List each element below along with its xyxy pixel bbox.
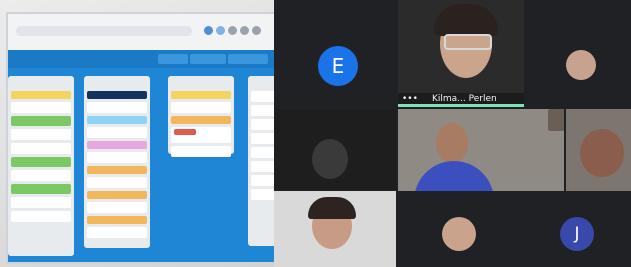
participant-face bbox=[436, 123, 468, 163]
trello-card[interactable] bbox=[87, 127, 147, 138]
participant-glasses bbox=[444, 34, 492, 50]
trello-list bbox=[8, 76, 74, 256]
browser-toolbar bbox=[8, 14, 274, 50]
avatar bbox=[566, 50, 596, 80]
board-header bbox=[8, 50, 274, 68]
photo: E ••• Kilma... Perlen J bbox=[0, 0, 631, 267]
card-label bbox=[11, 116, 71, 126]
trello-card[interactable] bbox=[87, 227, 147, 238]
trello-list bbox=[84, 76, 150, 248]
list-title bbox=[171, 79, 231, 88]
avatar bbox=[442, 217, 476, 251]
trello-card[interactable] bbox=[11, 102, 71, 113]
add-card-button[interactable] bbox=[171, 146, 231, 157]
participant-menu-icon[interactable]: ••• bbox=[402, 94, 418, 104]
trello-board-screen bbox=[8, 14, 274, 262]
trello-card[interactable] bbox=[11, 129, 71, 140]
trello-card[interactable] bbox=[251, 175, 274, 186]
trello-card[interactable] bbox=[251, 147, 274, 158]
trello-list bbox=[168, 76, 234, 157]
card-label bbox=[11, 184, 71, 194]
participant-tile-e[interactable]: E bbox=[274, 0, 396, 107]
participant-tile-j[interactable]: J bbox=[520, 193, 631, 267]
board-header-button[interactable] bbox=[190, 54, 226, 64]
card-label bbox=[171, 91, 231, 99]
participant-face bbox=[580, 129, 624, 177]
trello-card[interactable] bbox=[11, 170, 71, 181]
board-header-button[interactable] bbox=[158, 54, 188, 64]
participant-name: Kilma... Perlen bbox=[432, 94, 497, 104]
list-title bbox=[11, 79, 71, 88]
extension-icon[interactable] bbox=[252, 26, 261, 35]
participant-tile-speaker[interactable]: ••• Kilma... Perlen bbox=[398, 0, 524, 107]
card-label bbox=[174, 129, 196, 135]
trello-card[interactable] bbox=[251, 119, 274, 130]
participant-tile[interactable] bbox=[398, 193, 518, 267]
video-call-grid: E ••• Kilma... Perlen J bbox=[274, 0, 631, 267]
trello-card[interactable] bbox=[87, 177, 147, 188]
trello-card[interactable] bbox=[171, 102, 231, 113]
trello-list bbox=[248, 76, 274, 246]
trello-card[interactable] bbox=[251, 91, 274, 102]
avatar: J bbox=[560, 217, 594, 251]
trello-card[interactable] bbox=[11, 211, 71, 222]
board-header-button[interactable] bbox=[228, 54, 268, 64]
extension-icon[interactable] bbox=[216, 26, 225, 35]
wall-frame bbox=[548, 109, 564, 131]
trello-card[interactable] bbox=[251, 105, 274, 116]
trello-card[interactable] bbox=[11, 197, 71, 208]
avatar: E bbox=[318, 46, 358, 86]
card-label bbox=[87, 141, 147, 149]
card-label bbox=[171, 116, 231, 124]
card-label bbox=[87, 191, 147, 199]
participant-tile[interactable] bbox=[398, 109, 564, 191]
trello-card[interactable] bbox=[251, 133, 274, 144]
list-title bbox=[251, 79, 274, 88]
participant-hair bbox=[308, 197, 356, 219]
card-label bbox=[11, 91, 71, 99]
trello-card[interactable] bbox=[87, 202, 147, 213]
card-label bbox=[11, 157, 71, 167]
active-speaker-indicator bbox=[398, 104, 524, 107]
extension-icon[interactable] bbox=[204, 26, 213, 35]
extension-icon[interactable] bbox=[240, 26, 249, 35]
trello-card[interactable] bbox=[87, 102, 147, 113]
card-label bbox=[87, 166, 147, 174]
participant-tile[interactable] bbox=[274, 191, 396, 267]
participant-shirt bbox=[414, 161, 494, 191]
trello-card[interactable] bbox=[251, 189, 274, 200]
list-title bbox=[87, 79, 147, 88]
card-label bbox=[87, 91, 147, 99]
card-label bbox=[87, 216, 147, 224]
participant-hair bbox=[434, 4, 498, 36]
trello-card[interactable] bbox=[251, 161, 274, 172]
participant-face bbox=[312, 139, 348, 179]
participant-tile[interactable] bbox=[274, 109, 396, 189]
participant-tile[interactable] bbox=[566, 109, 631, 191]
participant-tile[interactable] bbox=[526, 0, 631, 107]
trello-card[interactable] bbox=[171, 127, 231, 143]
address-bar[interactable] bbox=[16, 26, 192, 36]
extension-icon[interactable] bbox=[228, 26, 237, 35]
card-label bbox=[87, 116, 147, 124]
trello-card[interactable] bbox=[87, 152, 147, 163]
trello-card[interactable] bbox=[11, 143, 71, 154]
